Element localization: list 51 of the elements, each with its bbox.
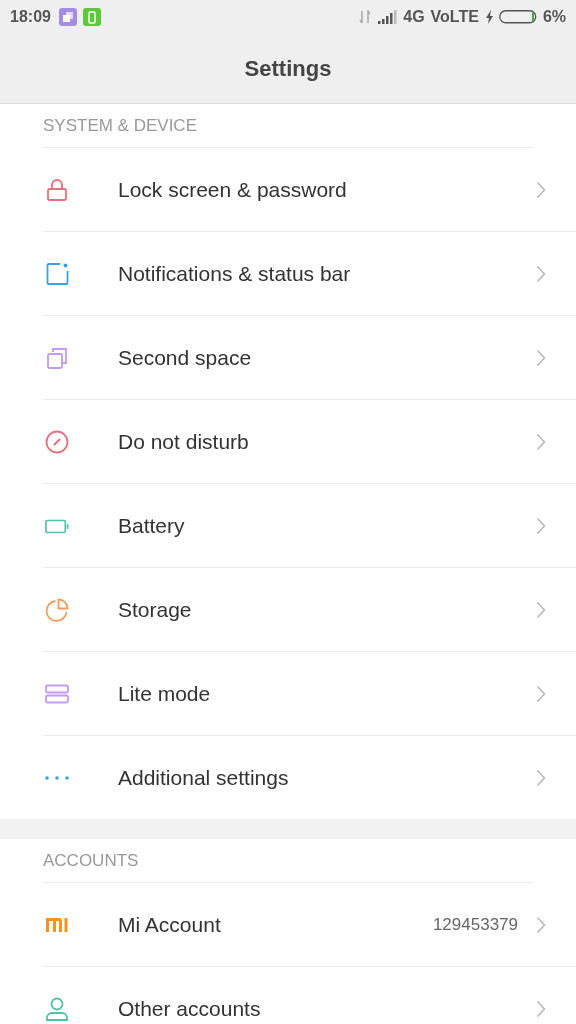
network-type: 4G xyxy=(403,8,425,26)
settings-item[interactable]: Do not disturb xyxy=(43,400,576,484)
item-label: Battery xyxy=(118,513,186,538)
settings-item[interactable]: Second space xyxy=(43,316,576,400)
page-title: Settings xyxy=(244,55,332,82)
item-label: Notifications & status bar xyxy=(118,261,352,286)
signal-icon xyxy=(377,10,398,24)
settings-item[interactable]: Additional settings xyxy=(43,736,576,819)
settings-item[interactable]: Lock screen & password xyxy=(43,148,576,232)
settings-item[interactable]: Notifications & status bar xyxy=(43,232,576,316)
settings-item[interactable]: Other accounts xyxy=(43,967,576,1024)
battery-percent: 6% xyxy=(542,8,566,26)
data-arrows-icon xyxy=(359,10,372,24)
section-heading: ACCOUNTS xyxy=(43,839,533,883)
item-value: 129453379 xyxy=(432,914,518,935)
chevron-icon xyxy=(536,999,546,1018)
settings-item[interactable]: Storage xyxy=(43,568,576,652)
item-label: Do not disturb xyxy=(118,429,250,454)
item-label: Storage xyxy=(118,597,193,622)
chevron-icon xyxy=(536,264,546,283)
chevron-icon xyxy=(536,915,546,934)
more-icon xyxy=(45,775,69,780)
volte-label: VoLTE xyxy=(430,8,479,26)
item-label: Lite mode xyxy=(118,681,212,706)
chevron-icon xyxy=(536,768,546,787)
clock-time: 18:09 xyxy=(10,8,51,26)
notification-icon xyxy=(45,261,69,286)
do-not-disturb-icon xyxy=(45,429,69,454)
chevron-icon xyxy=(536,600,546,619)
lock-icon xyxy=(45,177,69,202)
chevron-icon xyxy=(536,432,546,451)
item-label: Mi Account xyxy=(118,912,222,937)
pie-chart-icon xyxy=(45,597,69,622)
settings-item[interactable]: Mi Account 129453379 xyxy=(43,883,576,967)
person-icon xyxy=(45,996,69,1021)
copies-icon xyxy=(45,345,69,370)
chevron-icon xyxy=(536,684,546,703)
chevron-icon xyxy=(536,180,546,199)
section-heading: SYSTEM & DEVICE xyxy=(43,104,533,148)
settings-item[interactable]: Battery xyxy=(43,484,576,568)
battery-icon xyxy=(498,10,537,24)
charging-icon xyxy=(484,10,493,24)
item-label: Additional settings xyxy=(118,765,290,790)
item-label: Other accounts xyxy=(118,996,262,1021)
item-label: Second space xyxy=(118,345,253,370)
app-notification-icon xyxy=(58,8,77,26)
item-label: Lock screen & password xyxy=(118,177,348,202)
battery-notification-icon xyxy=(82,8,101,26)
chevron-icon xyxy=(536,516,546,535)
settings-item[interactable]: Lite mode xyxy=(43,652,576,736)
chevron-icon xyxy=(536,348,546,367)
